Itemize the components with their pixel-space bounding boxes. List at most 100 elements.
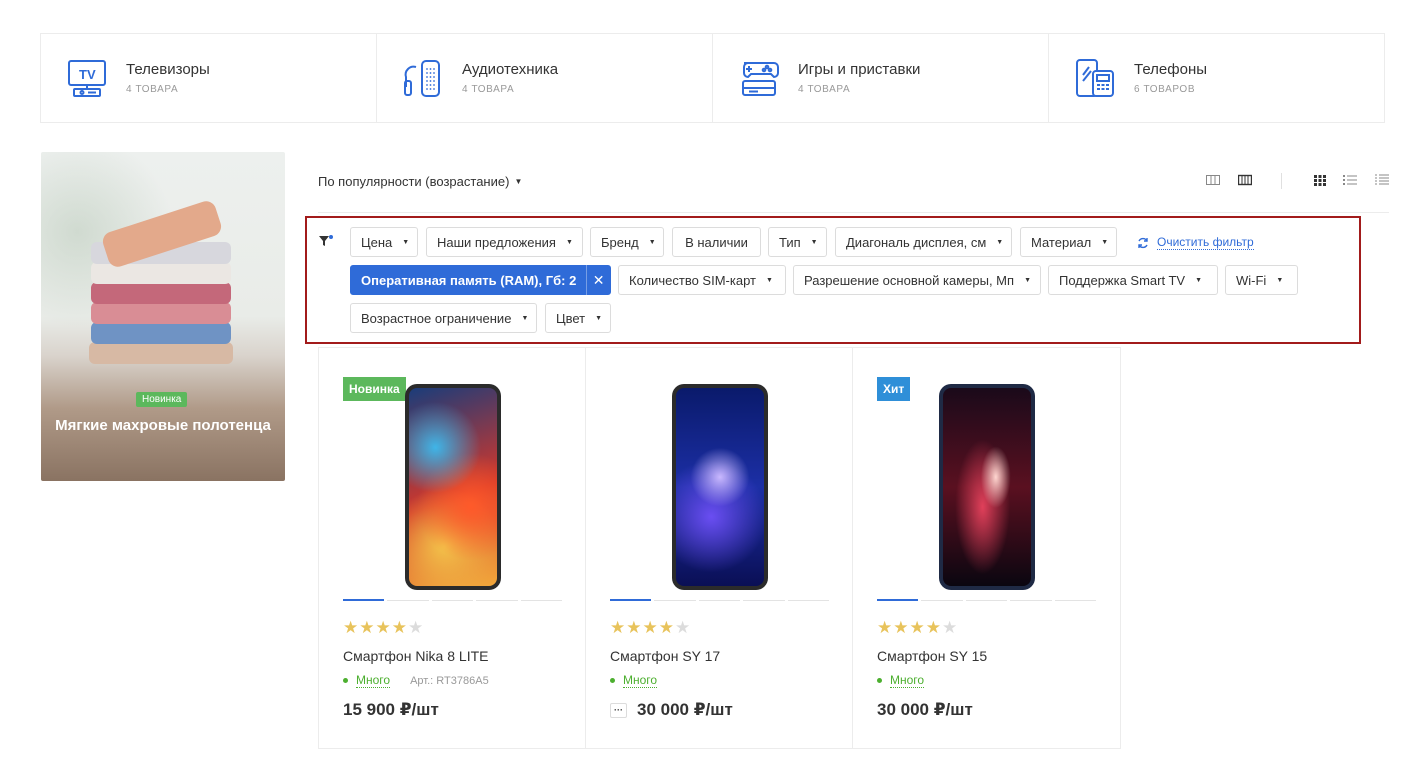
list-view-icon[interactable] <box>1343 174 1359 188</box>
category-tv[interactable]: TV Телевизоры 4 товара <box>41 34 377 122</box>
filter-ram-active[interactable]: Оперативная память (RAM), Гб: 2 ✕ <box>350 265 611 295</box>
filter-camera[interactable]: Разрешение основной камеры, Мп ▼ <box>793 265 1041 295</box>
filter-price[interactable]: Цена ▼ <box>350 227 418 257</box>
stock-dot-icon <box>610 678 615 683</box>
more-options-icon[interactable]: ··· <box>610 702 627 718</box>
caret-down-icon: ▼ <box>595 314 603 322</box>
filter-in-stock[interactable]: В наличии <box>672 227 761 257</box>
filter-icon <box>319 235 333 250</box>
filter-label: Наши предложения <box>437 234 556 250</box>
category-games[interactable]: Игры и приставки 4 товара <box>713 34 1049 122</box>
image-pager[interactable] <box>610 599 830 601</box>
product-name[interactable]: Смартфон SY 17 <box>610 648 720 664</box>
category-count: 6 товаров <box>1134 84 1196 95</box>
category-count: 4 товара <box>126 84 179 95</box>
filter-brand[interactable]: Бренд ▼ <box>590 227 664 257</box>
refresh-icon <box>1138 237 1148 248</box>
filter-label: Возрастное ограничение <box>361 310 512 326</box>
stock-status: Много <box>877 673 925 688</box>
compact-list-view-icon[interactable] <box>1375 174 1391 188</box>
filter-label: Цвет <box>556 310 586 326</box>
filter-label: Бренд <box>601 234 639 250</box>
rating-stars: ★★★★★ <box>877 618 959 637</box>
caret-down-icon: ▼ <box>765 276 773 284</box>
stock-status: Много Арт.: RT3786A5 <box>343 673 489 688</box>
stock-label[interactable]: Много <box>623 673 658 688</box>
caret-down-icon: ▼ <box>565 238 573 246</box>
product-name[interactable]: Смартфон SY 15 <box>877 648 987 664</box>
remove-filter-icon[interactable]: ✕ <box>586 265 610 295</box>
caret-down-icon: ▼ <box>810 238 818 246</box>
filter-label: В наличии <box>685 234 748 250</box>
filter-label: Материал <box>1031 234 1092 250</box>
caret-down-icon: ▼ <box>648 238 656 246</box>
rating-stars: ★★★★★ <box>610 618 692 637</box>
caret-down-icon: ▼ <box>514 177 523 186</box>
category-count: 4 товара <box>462 84 515 95</box>
filter-label: Оперативная память (RAM), Гб: 2 <box>361 272 577 288</box>
category-audio[interactable]: Аудиотехника 4 товара <box>377 34 713 122</box>
view-columns-3-icon[interactable] <box>1206 174 1222 188</box>
filter-smart-tv[interactable]: Поддержка Smart TV ▼ <box>1048 265 1218 295</box>
promo-banner[interactable]: Новинка Мягкие махровые полотенца <box>41 152 285 481</box>
clear-filter-link[interactable]: Очистить фильтр <box>1137 235 1254 250</box>
filter-label: Диагональ дисплея, см <box>846 234 987 250</box>
category-count: 4 товара <box>798 84 851 95</box>
product-image[interactable] <box>672 384 768 590</box>
caret-down-icon: ▼ <box>1024 276 1031 284</box>
product-price: ··· 30 000 ₽/шт <box>610 700 733 720</box>
product-card[interactable]: Хит ★★★★★ Смартфон SY 15 Много 30 000 ₽/… <box>853 348 1120 748</box>
product-card[interactable]: ★★★★★ Смартфон SY 17 Много ··· 30 000 ₽/… <box>586 348 853 748</box>
product-price: 15 900 ₽/шт <box>343 700 439 719</box>
clear-filter-label: Очистить фильтр <box>1157 235 1254 250</box>
grid-view-icon[interactable] <box>1313 174 1329 188</box>
filter-label: Тип <box>779 234 801 250</box>
stock-label[interactable]: Много <box>356 673 391 688</box>
sort-label: По популярности (возрастание) <box>318 174 510 189</box>
filter-diagonal[interactable]: Диагональ дисплея, см ▼ <box>835 227 1012 257</box>
filter-type[interactable]: Тип ▼ <box>768 227 827 257</box>
product-image[interactable] <box>405 384 501 590</box>
caret-down-icon: ▼ <box>402 238 410 246</box>
stock-status: Много <box>610 673 658 688</box>
view-columns-4-icon[interactable] <box>1237 174 1254 188</box>
category-title: Телевизоры <box>126 61 210 78</box>
stock-label[interactable]: Много <box>890 673 925 688</box>
sort-bar: По популярности (возрастание) ▼ <box>318 170 1389 213</box>
filter-label: Поддержка Smart TV <box>1059 272 1186 288</box>
caret-down-icon: ▼ <box>996 238 1004 246</box>
filter-sim[interactable]: Количество SIM-карт ▼ <box>618 265 786 295</box>
product-card[interactable]: Новинка ★★★★★ Смартфон Nika 8 LITE Много… <box>319 348 586 748</box>
filter-label: Количество SIM-карт <box>629 272 756 288</box>
product-price: 30 000 ₽/шт <box>877 700 973 719</box>
phone-icon <box>1073 56 1117 100</box>
category-phones[interactable]: Телефоны 6 товаров <box>1049 34 1384 122</box>
rating-stars: ★★★★★ <box>343 618 425 637</box>
svg-text:TV: TV <box>79 67 96 82</box>
price-value: 30 000 ₽/шт <box>637 700 733 719</box>
filter-label: Цена <box>361 234 393 250</box>
caret-down-icon: ▼ <box>521 314 529 322</box>
filter-wifi[interactable]: Wi-Fi ▼ <box>1225 265 1298 295</box>
tv-icon: TV <box>65 56 109 100</box>
filter-offers[interactable]: Наши предложения ▼ <box>426 227 583 257</box>
product-name[interactable]: Смартфон Nika 8 LITE <box>343 648 488 664</box>
filter-label: Wi-Fi <box>1236 272 1267 288</box>
banner-badge: Новинка <box>136 392 188 407</box>
image-pager[interactable] <box>343 599 563 601</box>
sort-select[interactable]: По популярности (возрастание) ▼ <box>318 174 522 189</box>
hit-badge: Хит <box>877 377 911 401</box>
gamepad-icon <box>737 56 781 100</box>
category-title: Аудиотехника <box>462 61 559 78</box>
caret-down-icon: ▼ <box>1195 276 1203 284</box>
filter-panel: Цена ▼ Наши предложения ▼ Бренд ▼ В наличии… <box>305 216 1361 344</box>
stock-dot-icon <box>877 678 882 683</box>
caret-down-icon: ▼ <box>1101 238 1109 246</box>
product-sku: Арт.: RT3786A5 <box>410 674 489 687</box>
product-image[interactable] <box>939 384 1035 590</box>
filter-color[interactable]: Цвет ▼ <box>545 303 611 333</box>
filter-age[interactable]: Возрастное ограничение ▼ <box>350 303 537 333</box>
image-pager[interactable] <box>877 599 1097 601</box>
filter-material[interactable]: Материал ▼ <box>1020 227 1117 257</box>
filter-label: Разрешение основной камеры, Мп <box>804 272 1015 288</box>
